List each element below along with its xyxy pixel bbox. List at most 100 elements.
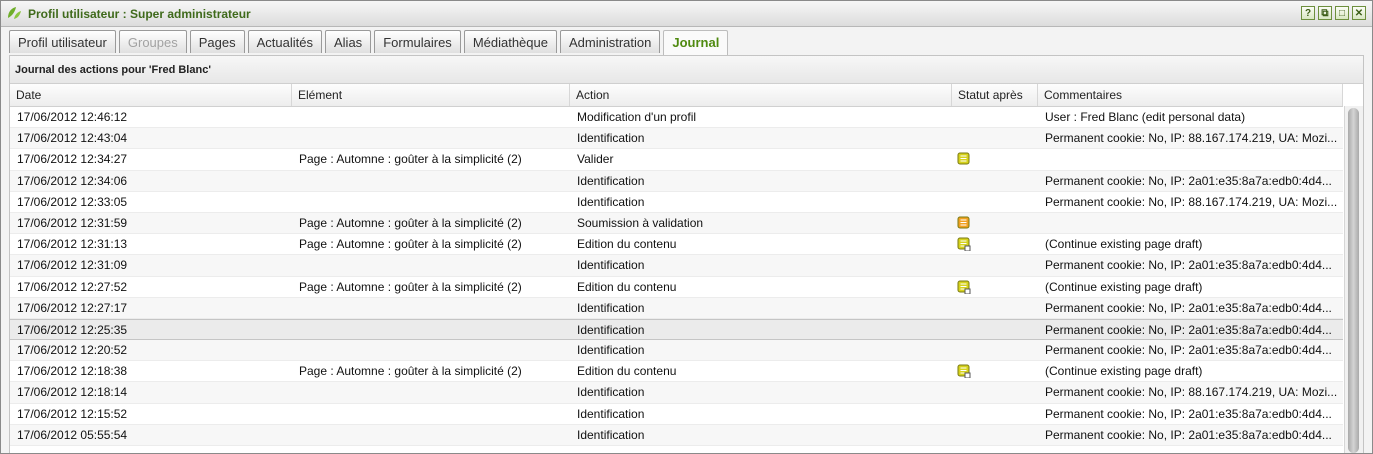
cell-status [952, 192, 1038, 212]
help-button[interactable]: ? [1301, 6, 1315, 20]
cell-action: Identification [577, 427, 645, 442]
journal-grid: Date Elément Action Statut après Comment… [10, 84, 1343, 446]
vertical-scrollbar[interactable] [1344, 106, 1363, 453]
cell-status [952, 361, 1038, 381]
cell-action: Identification [577, 131, 645, 146]
column-header-status[interactable]: Statut après [952, 84, 1038, 106]
cell-element: Page : Automne : goûter à la simplicité … [299, 364, 522, 379]
table-row[interactable]: 17/06/2012 12:46:12 Modification d'un pro… [10, 107, 1343, 129]
cell-element: Page : Automne : goûter à la simplicité … [299, 152, 522, 167]
cell-date: 17/06/2012 12:27:52 [17, 279, 128, 294]
cell-action: Identification [577, 343, 645, 358]
cell-comments: Permanent cookie: No, IP: 2a01:e35:8a7a:… [1045, 322, 1332, 337]
cell-status [952, 171, 1038, 191]
tab-alias[interactable]: Alias [325, 30, 372, 53]
cell-action: Edition du contenu [577, 237, 677, 252]
tab-administration[interactable]: Administration [559, 30, 661, 53]
table-row[interactable]: 17/06/2012 12:43:04 Identification Permane… [10, 128, 1343, 150]
cell-status [952, 234, 1038, 254]
cell-comments: (Continue existing page draft) [1045, 364, 1203, 379]
cell-status [952, 255, 1038, 275]
cell-element [292, 425, 570, 445]
maximize-button[interactable]: □ [1335, 6, 1349, 20]
draft-icon [957, 280, 971, 294]
cell-status [952, 404, 1038, 424]
table-row[interactable]: 17/06/2012 12:34:06 Identification Permane… [10, 170, 1343, 192]
cell-action: Identification [577, 258, 645, 273]
tab-journal[interactable]: Journal [663, 30, 729, 55]
cell-date: 17/06/2012 12:15:52 [17, 406, 128, 421]
table-row[interactable]: 17/06/2012 12:31:09 Identification Permane… [10, 255, 1343, 277]
tab-mediatheque[interactable]: Médiathèque [463, 30, 557, 53]
table-row[interactable]: 17/06/2012 12:15:52 Identification Permane… [10, 404, 1343, 425]
cell-element: Page : Automne : goûter à la simplicité … [299, 237, 522, 252]
pending-icon [957, 216, 970, 229]
cell-action: Edition du contenu [577, 364, 677, 379]
cell-date: 17/06/2012 12:34:27 [17, 152, 128, 167]
tab-profil-utilisateur[interactable]: Profil utilisateur [9, 30, 116, 53]
tab-actualites[interactable]: Actualités [247, 30, 322, 53]
cell-date: 17/06/2012 12:31:09 [17, 258, 128, 273]
cell-comments: Permanent cookie: No, IP: 88.167.174.219… [1045, 194, 1338, 209]
table-row[interactable]: 17/06/2012 12:33:05 Identification Permane… [10, 192, 1343, 213]
cell-action: Identification [577, 322, 645, 337]
cell-comments [1038, 149, 1343, 169]
table-row[interactable]: 17/06/2012 12:31:59 Page : Automne : goût… [10, 212, 1343, 235]
cell-comments: Permanent cookie: No, IP: 88.167.174.219… [1045, 385, 1338, 400]
cell-element: Page : Automne : goûter à la simplicité … [299, 215, 522, 230]
cell-date: 17/06/2012 12:34:06 [17, 173, 128, 188]
table-row[interactable]: 17/06/2012 05:55:54 Identification Permane… [10, 424, 1343, 446]
cell-action: Valider [577, 152, 614, 167]
tab-groupes: Groupes [118, 30, 187, 53]
table-row[interactable]: 17/06/2012 12:31:13 Page : Automne : goût… [10, 234, 1343, 256]
cell-date: 17/06/2012 12:27:17 [17, 300, 128, 315]
table-row[interactable]: 17/06/2012 12:20:52 Identification Permane… [10, 340, 1343, 362]
cell-date: 17/06/2012 12:25:35 [17, 322, 128, 337]
table-row[interactable]: 17/06/2012 12:27:17 Identification Permane… [10, 297, 1343, 319]
close-button[interactable]: ✕ [1352, 6, 1366, 20]
cell-element [292, 171, 570, 191]
table-row[interactable]: 17/06/2012 12:18:14 Identification Permane… [10, 382, 1343, 404]
table-row[interactable]: 17/06/2012 12:25:35 Identification Permane… [10, 318, 1343, 341]
column-header-action[interactable]: Action [570, 84, 952, 106]
window-controls: ? ⧉ □ ✕ [1301, 6, 1366, 20]
grid-header: Date Elément Action Statut après Comment… [10, 84, 1343, 107]
tab-formulaires[interactable]: Formulaires [374, 30, 461, 53]
restore-button[interactable]: ⧉ [1318, 6, 1332, 20]
cell-status [952, 382, 1038, 402]
cell-element [292, 298, 570, 318]
published-icon [957, 152, 970, 165]
cell-action: Soumission à validation [577, 215, 704, 230]
tab-pages[interactable]: Pages [189, 30, 245, 53]
cell-status [952, 340, 1038, 360]
cell-date: 17/06/2012 12:18:14 [17, 385, 128, 400]
profile-window: Profil utilisateur : Super administrateu… [0, 0, 1373, 454]
column-header-comments[interactable]: Commentaires [1038, 84, 1343, 106]
cell-status [952, 149, 1038, 169]
cell-date: 17/06/2012 12:46:12 [17, 110, 128, 124]
table-row[interactable]: 17/06/2012 12:27:52 Page : Automne : goût… [10, 277, 1343, 298]
cell-date: 17/06/2012 12:31:59 [17, 215, 128, 230]
column-header-element[interactable]: Elément [292, 84, 570, 106]
grid-body: 17/06/2012 12:46:12 Modification d'un pro… [10, 107, 1343, 446]
cell-comments [1038, 213, 1343, 233]
cell-comments: User : Fred Blanc (edit personal data) [1045, 110, 1246, 124]
scrollbar-thumb[interactable] [1348, 108, 1359, 453]
window-titlebar[interactable]: Profil utilisateur : Super administrateu… [1, 1, 1372, 27]
cell-element [292, 192, 570, 212]
draft-icon [957, 237, 971, 252]
cell-element [292, 128, 570, 148]
panel-title: Journal des actions pour 'Fred Blanc' [10, 56, 1363, 84]
cell-comments: Permanent cookie: No, IP: 88.167.174.219… [1045, 131, 1338, 146]
cell-status [952, 298, 1038, 318]
cell-element [292, 382, 570, 402]
cell-action: Edition du contenu [577, 279, 677, 294]
table-row[interactable]: 17/06/2012 12:18:38 Page : Automne : goût… [10, 361, 1343, 383]
cell-status [952, 320, 1038, 339]
cell-status [952, 128, 1038, 148]
cell-comments: Permanent cookie: No, IP: 2a01:e35:8a7a:… [1045, 427, 1332, 442]
journal-panel: Journal des actions pour 'Fred Blanc' Da… [9, 55, 1364, 453]
cell-comments: Permanent cookie: No, IP: 2a01:e35:8a7a:… [1045, 300, 1332, 315]
table-row[interactable]: 17/06/2012 12:34:27 Page : Automne : goût… [10, 149, 1343, 171]
column-header-date[interactable]: Date [10, 84, 292, 106]
